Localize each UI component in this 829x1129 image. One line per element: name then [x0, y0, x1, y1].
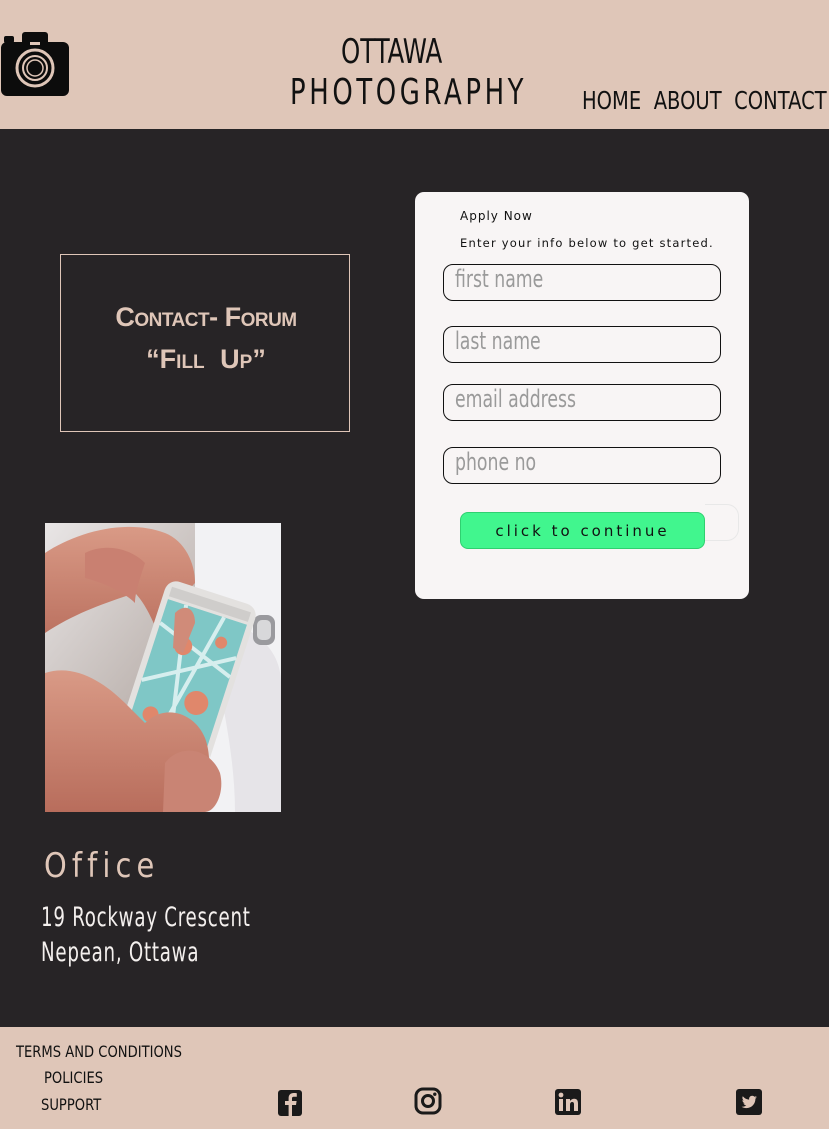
phone-field-wrap: phone no [443, 447, 721, 484]
contact-forum-box: Contact- Forum “Fill Up” [60, 254, 350, 432]
nav-about[interactable]: ABOUT [654, 86, 722, 115]
nav-home[interactable]: HOME [582, 86, 641, 115]
office-title: Office [44, 846, 160, 886]
phone-map-photo [45, 523, 281, 812]
linkedin-icon[interactable] [555, 1089, 581, 1115]
forum-title: Contact- Forum [115, 302, 297, 332]
email-field-wrap: email address [443, 384, 721, 421]
first-name-input[interactable] [443, 264, 721, 301]
site-footer: TERMS AND CONDITIONS POLICIES SUPPORT [0, 1027, 829, 1129]
footer-terms-link[interactable]: TERMS AND CONDITIONS [16, 1042, 182, 1061]
camera-icon[interactable] [0, 30, 70, 98]
forum-subtitle: “Fill Up” [146, 344, 266, 374]
site-header: OTTAWA PHOTOGRAPHY HOME ABOUT CONTACT [0, 0, 829, 129]
email-input[interactable] [443, 384, 721, 421]
footer-support-link[interactable]: SUPPORT [41, 1095, 101, 1114]
instagram-icon[interactable] [414, 1087, 442, 1115]
office-address-line2: Nepean, Ottawa [41, 937, 200, 968]
main-nav: HOME ABOUT CONTACT [582, 86, 829, 115]
phone-map-image [45, 523, 281, 812]
phone-input[interactable] [443, 447, 721, 484]
footer-policies-link[interactable]: POLICIES [44, 1068, 103, 1087]
form-subtitle: Enter your info below to get started. [460, 236, 714, 250]
office-address-line1: 19 Rockway Crescent [41, 902, 251, 933]
button-outline-decoration [705, 504, 739, 541]
twitter-icon[interactable] [736, 1089, 762, 1115]
nav-contact[interactable]: CONTACT [734, 86, 826, 115]
continue-button[interactable]: click to continue [460, 512, 705, 549]
first-name-field-wrap: first name [443, 264, 721, 301]
brand-title: OTTAWA [340, 32, 443, 72]
brand-subtitle: PHOTOGRAPHY [290, 72, 528, 113]
apply-form: Apply Now Enter your info below to get s… [415, 192, 749, 599]
form-title: Apply Now [460, 209, 533, 223]
last-name-input[interactable] [443, 326, 721, 363]
last-name-field-wrap: last name [443, 326, 721, 363]
facebook-icon[interactable] [278, 1090, 304, 1116]
